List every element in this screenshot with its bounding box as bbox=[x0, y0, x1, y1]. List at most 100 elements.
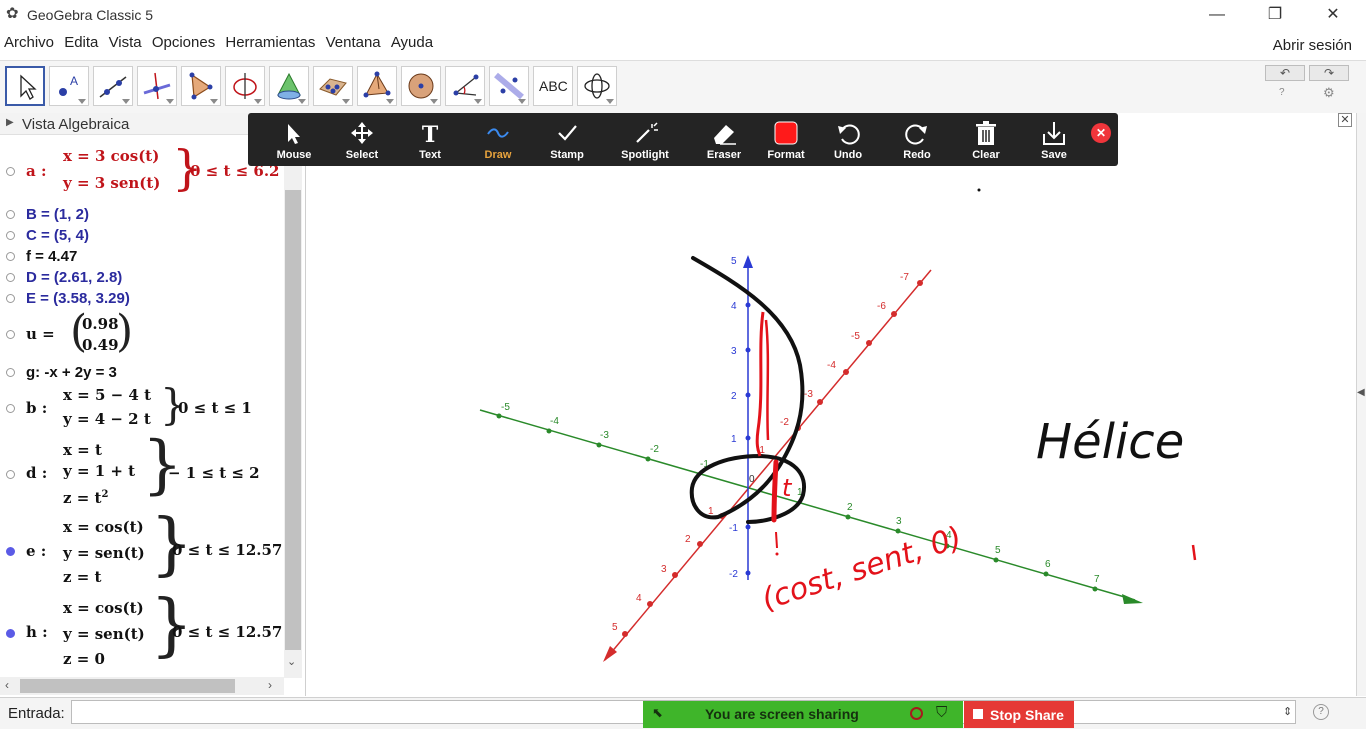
y-tick-mark bbox=[845, 514, 851, 520]
y-tick-label: 2 bbox=[847, 502, 853, 513]
checkmark-icon bbox=[558, 125, 577, 141]
z-tick-mark bbox=[745, 435, 751, 441]
annotate-select-label: Select bbox=[345, 149, 379, 161]
red-ink-exclamation bbox=[775, 531, 778, 549]
annotate-save-button[interactable]: Save bbox=[1022, 116, 1086, 164]
annotate-mouse-label: Mouse bbox=[276, 149, 312, 161]
x-tick-mark bbox=[622, 631, 628, 637]
annotate-clear-label: Clear bbox=[972, 149, 1000, 161]
origin-label: 0 bbox=[749, 474, 755, 485]
z-tick-label: 2 bbox=[731, 391, 737, 402]
eraser-icon bbox=[714, 125, 736, 145]
text-t-icon: T bbox=[422, 122, 439, 146]
annotate-redo-label: Redo bbox=[903, 149, 931, 161]
red-ink-exclamation-dot bbox=[775, 552, 779, 556]
screen-share-status: You are screen sharing bbox=[705, 706, 859, 722]
svg-text:T: T bbox=[422, 122, 439, 146]
annotate-mouse-button[interactable]: Mouse bbox=[262, 116, 326, 164]
z-tick-label: 4 bbox=[731, 301, 737, 312]
annotate-draw-label: Draw bbox=[484, 149, 512, 161]
handwritten-parametric: (cost, sent, 0) bbox=[758, 520, 966, 617]
undo-arrow-icon bbox=[838, 124, 860, 145]
annotate-redo-button[interactable]: Redo bbox=[885, 116, 949, 164]
redo-arrow-icon bbox=[905, 124, 927, 145]
y-tick-mark bbox=[496, 413, 502, 419]
magic-wand-icon bbox=[636, 122, 658, 143]
x-tick-label: 5 bbox=[612, 622, 618, 633]
share-drag-icon[interactable]: ⬉ bbox=[652, 705, 663, 721]
z-tick-label: 1 bbox=[731, 434, 737, 445]
y-tick-mark bbox=[993, 557, 999, 563]
annotate-undo-label: Undo bbox=[833, 149, 863, 161]
y-tick-mark bbox=[1043, 571, 1049, 577]
y-tick-label: 5 bbox=[995, 545, 1001, 556]
handwritten-helice: Hélice bbox=[1036, 414, 1184, 470]
red-ink-vertical-stroke-2 bbox=[764, 319, 770, 441]
z-axis-arrow bbox=[743, 255, 753, 268]
z-tick-label: -1 bbox=[729, 523, 738, 534]
x-tick-label: -4 bbox=[827, 360, 836, 371]
record-icon[interactable] bbox=[910, 707, 923, 720]
x-tick-label: -5 bbox=[851, 331, 860, 342]
annotate-stamp-label: Stamp bbox=[550, 149, 584, 161]
y-tick-mark bbox=[1092, 586, 1098, 592]
annotate-format-button[interactable]: Format bbox=[754, 116, 818, 164]
annotate-spotlight-button[interactable]: Spotlight bbox=[613, 116, 677, 164]
y-tick-label: 3 bbox=[896, 516, 902, 527]
y-tick-label: -3 bbox=[600, 430, 609, 441]
y-axis-arrow bbox=[1122, 594, 1143, 604]
input-dropdown-icon[interactable]: ⇕ bbox=[1283, 705, 1292, 718]
y-tick-label: 6 bbox=[1045, 559, 1051, 570]
annotate-undo-button[interactable]: Undo bbox=[816, 116, 880, 164]
annotate-text-label: Text bbox=[419, 149, 441, 161]
x-tick-label: -6 bbox=[877, 301, 886, 312]
z-tick-mark bbox=[745, 347, 751, 353]
x-tick-mark bbox=[917, 280, 923, 286]
z-tick-mark bbox=[745, 570, 751, 576]
x-tick-mark bbox=[843, 369, 849, 375]
annotate-close-icon[interactable]: ✕ bbox=[1091, 123, 1111, 143]
color-swatch-icon bbox=[774, 121, 798, 145]
x-tick-mark bbox=[817, 399, 823, 405]
x-tick-label: -3 bbox=[804, 389, 813, 400]
y-tick-label: 7 bbox=[1094, 574, 1100, 585]
x-tick-mark bbox=[866, 340, 872, 346]
annotate-text-button[interactable]: T Text bbox=[398, 116, 462, 164]
y-tick-label: -5 bbox=[501, 402, 510, 413]
y-tick-mark bbox=[596, 442, 602, 448]
annotate-save-label: Save bbox=[1041, 149, 1067, 161]
input-help-icon[interactable]: ? bbox=[1313, 704, 1329, 720]
z-tick-mark bbox=[745, 524, 751, 530]
mouse-pointer-icon bbox=[288, 124, 300, 144]
annotate-eraser-button[interactable]: Eraser bbox=[692, 116, 756, 164]
x-tick-mark bbox=[647, 601, 653, 607]
stop-share-label: Stop Share bbox=[990, 707, 1064, 723]
z-tick-mark bbox=[745, 302, 751, 308]
y-tick-label: -2 bbox=[650, 444, 659, 455]
input-label: Entrada: bbox=[8, 705, 65, 722]
y-tick-mark bbox=[645, 456, 651, 462]
annotate-select-button[interactable]: Select bbox=[330, 116, 394, 164]
axes-and-ink-layer: 5 4 3 2 1 -1 -2 -7 -6 -5 -4 -3 -2 -1 1 2… bbox=[479, 188, 1197, 662]
download-save-icon bbox=[1043, 122, 1065, 145]
annotate-draw-button[interactable]: Draw bbox=[466, 116, 530, 164]
annotate-spotlight-label: Spotlight bbox=[621, 149, 669, 161]
stop-square-icon bbox=[973, 709, 983, 719]
ink-dot bbox=[977, 188, 981, 192]
red-ink-vertical-stroke bbox=[755, 311, 765, 457]
y-tick-mark bbox=[895, 528, 901, 534]
annotate-stamp-button[interactable]: Stamp bbox=[535, 116, 599, 164]
z-tick-label: 5 bbox=[731, 256, 737, 267]
annotate-format-label: Format bbox=[767, 149, 805, 161]
x-tick-label: -7 bbox=[900, 272, 909, 283]
annotate-eraser-label: Eraser bbox=[706, 149, 742, 161]
y-tick-label: -4 bbox=[550, 416, 559, 427]
red-ink-tick bbox=[1191, 544, 1197, 561]
x-tick-label: 2 bbox=[685, 534, 691, 545]
handwritten-t: t bbox=[782, 474, 793, 502]
x-tick-mark bbox=[697, 541, 703, 547]
x-tick-label: 3 bbox=[661, 564, 667, 575]
trash-icon bbox=[976, 121, 996, 145]
annotate-clear-button[interactable]: Clear bbox=[954, 116, 1018, 164]
shield-icon[interactable]: ⛉ bbox=[936, 704, 947, 721]
